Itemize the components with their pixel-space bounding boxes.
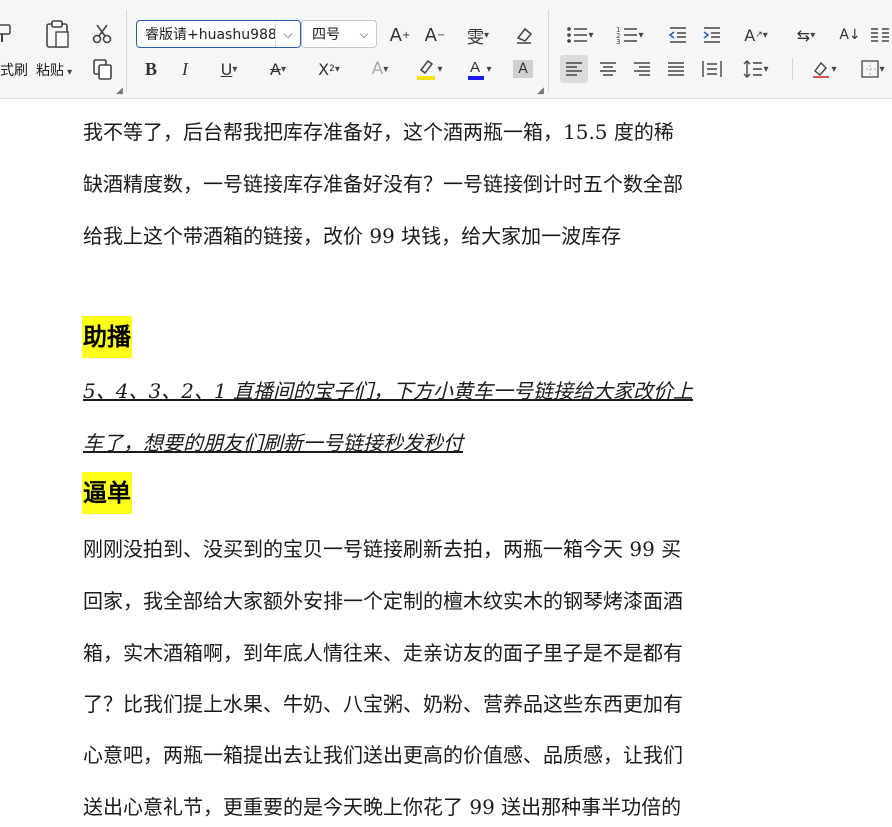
line-spacing-icon[interactable]: ▾ <box>736 55 776 83</box>
paste-label: 粘贴 <box>36 63 64 79</box>
clipboard-launcher-icon[interactable]: ◢ <box>116 86 123 96</box>
section-heading: 逼单 <box>82 472 132 514</box>
svg-text:3: 3 <box>616 38 620 45</box>
bullets-icon[interactable]: ▾ <box>560 21 600 49</box>
document-page[interactable]: 我不等了，后台帮我把库存准备好，这个酒两瓶一箱，15.5 度的稀 缺酒精度数，一… <box>0 99 892 827</box>
decrease-indent-icon[interactable] <box>664 21 692 49</box>
align-left-icon[interactable] <box>560 55 588 83</box>
paragraph-line: 缺酒精度数，一号链接库存准备好没有？一号链接倒计时五个数全部 <box>83 172 683 196</box>
paragraph-line: 5、4、3、2、1 直播间的宝子们，下方小黄车一号链接给大家改价上 <box>83 379 693 403</box>
bold-icon[interactable]: B <box>138 55 164 83</box>
underline-icon[interactable]: U ▾ <box>210 55 248 83</box>
paste-icon[interactable] <box>42 18 72 50</box>
numbering-icon[interactable]: 1 2 3 ▾ <box>610 21 650 49</box>
align-center-icon[interactable] <box>594 55 622 83</box>
format-painter-label[interactable]: 式刷 <box>0 60 28 80</box>
strikethrough-icon[interactable]: A ▾ <box>258 55 298 83</box>
increase-indent-icon[interactable] <box>698 21 726 49</box>
paragraph-line: 了？比我们提上水果、牛奶、八宝粥、奶粉、营养品这些东西更加有 <box>83 692 683 716</box>
char-shading-icon[interactable]: A <box>510 57 536 81</box>
columns-icon[interactable] <box>868 21 892 49</box>
cut-icon[interactable] <box>88 20 116 48</box>
chinese-layout-icon[interactable]: ⇆ ▾ <box>786 21 826 49</box>
section-heading: 助播 <box>82 316 132 358</box>
chevron-down-icon: ▾ <box>64 67 73 78</box>
svg-text:A: A <box>470 59 480 76</box>
chevron-down-icon[interactable]: ⌵ <box>276 27 300 42</box>
text-direction-icon[interactable]: A ↗ ▾ <box>736 21 776 49</box>
paragraph-line: 给我上这个带酒箱的链接，改价 99 块钱，给大家加一波库存 <box>83 224 622 248</box>
chevron-down-icon[interactable]: ⌵ <box>352 27 376 42</box>
phonetic-guide-icon[interactable]: 雯 ▾ <box>458 21 498 49</box>
highlight-icon[interactable]: ▾ <box>408 55 450 83</box>
font-launcher-icon[interactable]: ◢ <box>537 86 544 96</box>
separator <box>126 10 127 92</box>
grow-font-icon[interactable]: A + <box>386 21 414 49</box>
separator <box>548 10 549 92</box>
format-painter-icon[interactable] <box>0 20 14 48</box>
clear-format-icon[interactable] <box>510 21 538 49</box>
font-size-value: 四号 <box>312 27 340 43</box>
shrink-font-icon[interactable]: A − <box>421 21 449 49</box>
paragraph-line: 回家，我全部给大家额外安排一个定制的檀木纹实木的钢琴烤漆面酒 <box>83 589 683 613</box>
separator <box>792 58 793 80</box>
font-color-icon[interactable]: A ▾ <box>458 55 500 83</box>
paragraph-line: 车了，想要的朋友们刷新一号链接秒发秒付 <box>83 431 463 455</box>
borders-icon[interactable]: ▾ <box>854 55 892 83</box>
paragraph-line: 心意吧，两瓶一箱提出去让我们送出更高的价值感、品质感，让我们 <box>83 743 683 767</box>
italic-icon[interactable]: I <box>172 55 198 83</box>
paste-button[interactable]: 粘贴 ▾ <box>36 60 72 80</box>
sort-icon[interactable]: A↓ <box>836 21 864 49</box>
text-effect-icon[interactable]: A ▾ <box>360 55 400 83</box>
ribbon-toolbar: 式刷 粘贴 ▾ ◢ 睿版请+huashu988 ⌵ 四号 ⌵ A + A − 雯 ▾ … <box>0 0 892 99</box>
font-name-value: 睿版请+huashu988 <box>145 27 275 43</box>
shading-icon[interactable]: ▾ <box>804 55 844 83</box>
align-right-icon[interactable] <box>628 55 656 83</box>
paragraph-line: 送出心意礼节，更重要的是今天晚上你花了 99 送出那种事半功倍的 <box>83 795 682 819</box>
paragraph-line: 我不等了，后台帮我把库存准备好，这个酒两瓶一箱，15.5 度的稀 <box>83 120 674 144</box>
superscript-icon[interactable]: X 2 ▾ <box>308 55 350 83</box>
paragraph-line: 刚刚没拍到、没买到的宝贝一号链接刷新去拍，两瓶一箱今天 99 买 <box>83 537 682 561</box>
copy-icon[interactable] <box>88 55 116 83</box>
paragraph-line: 箱，实木酒箱啊，到年底人情往来、走亲访友的面子里子是不是都有 <box>83 641 683 665</box>
font-size-combobox[interactable]: 四号 ⌵ <box>301 20 377 48</box>
font-name-combobox[interactable]: 睿版请+huashu988 ⌵ <box>136 20 301 48</box>
justify-icon[interactable] <box>662 55 690 83</box>
distributed-icon[interactable] <box>698 55 726 83</box>
